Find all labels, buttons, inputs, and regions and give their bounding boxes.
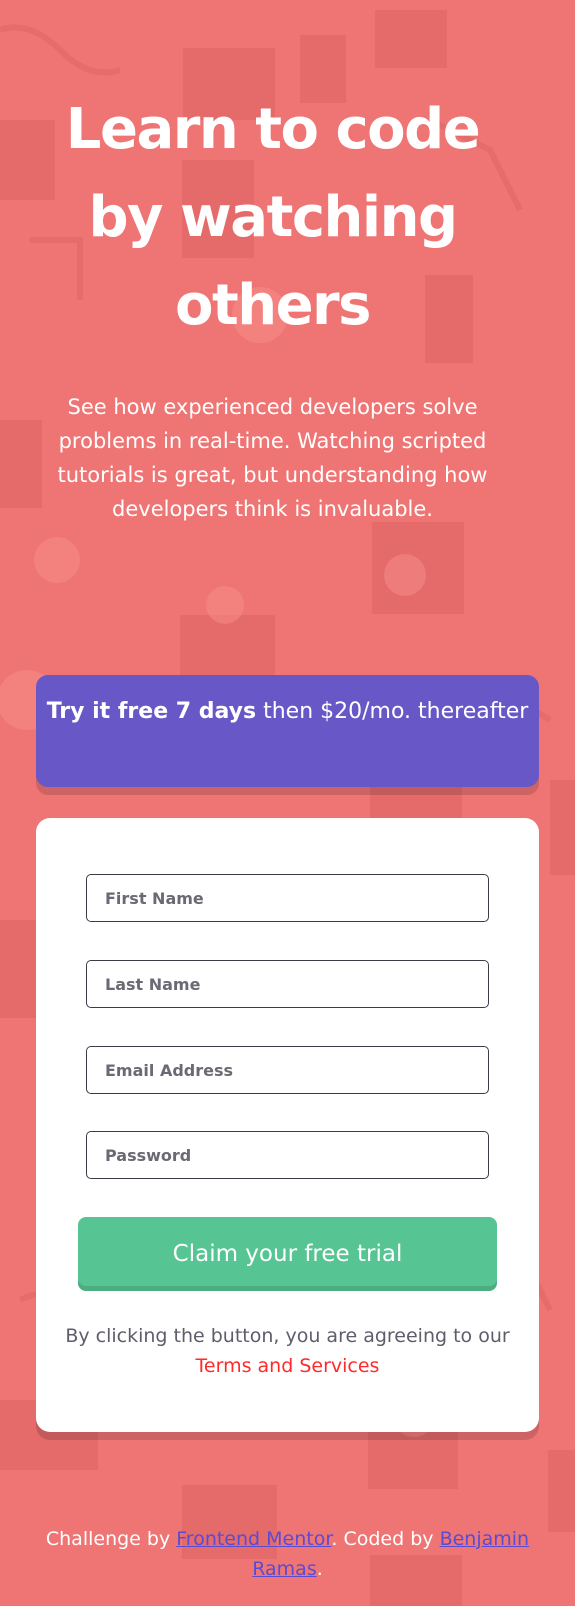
frontend-mentor-link[interactable]: Frontend Mentor (176, 1528, 331, 1550)
terms-notice: By clicking the button, you are agreeing… (54, 1321, 521, 1381)
hero-title-line-1: Learn to code (65, 97, 481, 162)
terms-text: By clicking the button, you are agreeing… (65, 1325, 510, 1347)
signup-form: Claim your free trial By clicking the bu… (36, 818, 539, 1432)
first-name-field[interactable] (86, 874, 489, 922)
footer-middle: . Coded by (331, 1528, 440, 1550)
footer-prefix: Challenge by (45, 1528, 177, 1550)
footer-attribution: Challenge by Frontend Mentor. Coded by B… (24, 1524, 551, 1584)
page: Learn to code by watching others See how… (0, 0, 575, 1606)
footer-suffix: . (316, 1558, 323, 1580)
email-address-field[interactable] (86, 1046, 489, 1094)
last-name-field[interactable] (86, 960, 489, 1008)
claim-free-trial-button[interactable]: Claim your free trial (78, 1217, 497, 1291)
hero-title-line-3: others (174, 273, 372, 338)
password-field[interactable] (86, 1131, 489, 1179)
promo-bold-text: Try it free 7 days (46, 699, 257, 724)
terms-and-services-link[interactable]: Terms and Services (196, 1355, 380, 1377)
promo-rest-text: then $20/mo. thereafter (256, 699, 529, 724)
promo-banner: Try it free 7 days then $20/mo. thereaft… (36, 675, 539, 787)
hero-description: See how experienced developers solve pro… (57, 395, 488, 521)
hero-title: Learn to code by watching others (0, 86, 545, 350)
hero-title-line-2: by watching (88, 185, 458, 250)
